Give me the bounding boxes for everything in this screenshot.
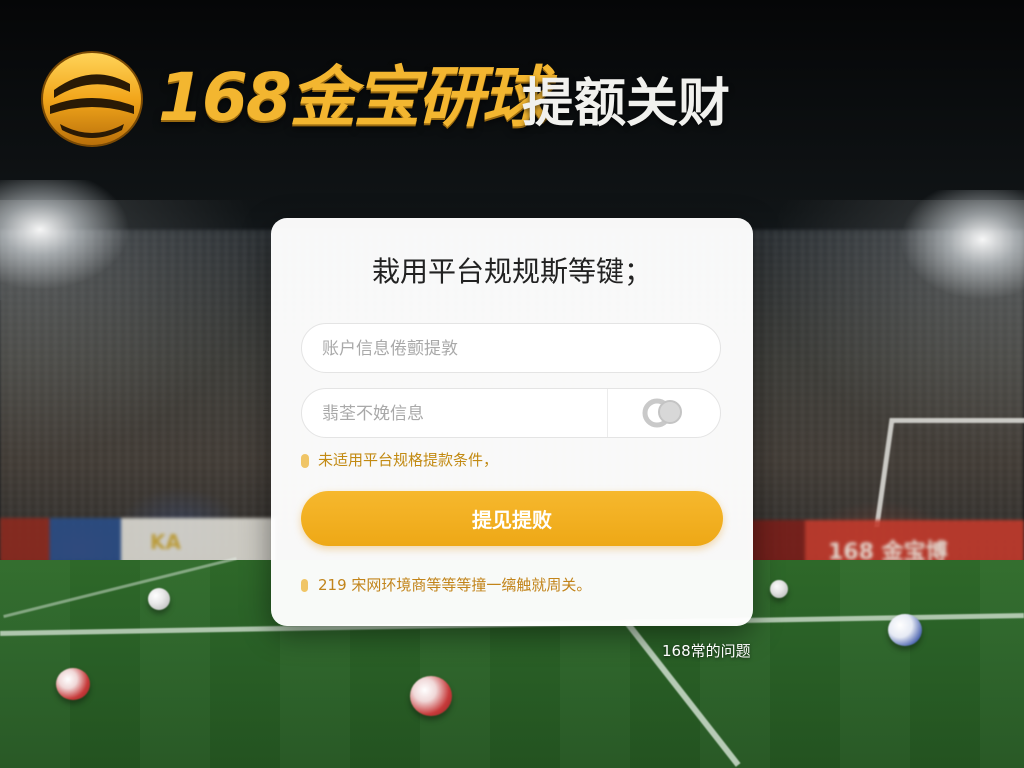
page: KA 168 金宝博 168金宝研球 提额关财 栽用平台规规斯等键； 账户信息倦…: [0, 0, 1024, 768]
captcha-button[interactable]: [607, 389, 720, 437]
football: [770, 580, 788, 598]
captcha-refresh-icon: [642, 398, 682, 428]
withdraw-form-card: 栽用平台规规斯等键； 未适用平台规格提款条件， 提见提败 219 宋网环境商等等…: [271, 218, 753, 626]
football: [56, 668, 90, 700]
info-dot-icon: [301, 453, 309, 468]
verify-field-wrapper: [301, 388, 721, 439]
footnote: 219 宋网环境商等等等撞一缡触就周关。: [301, 574, 591, 596]
footnote-text: 219 宋网环境商等等等撞一缡触就周关。: [318, 576, 592, 594]
submit-withdraw-button[interactable]: 提见提败: [301, 491, 723, 546]
brand-logo-icon: [40, 50, 144, 148]
football: [888, 614, 922, 646]
football: [410, 676, 452, 716]
brand-name: 168金宝研球: [158, 59, 548, 136]
football: [148, 588, 170, 610]
coin-logo-icon: [41, 51, 143, 147]
verification-input[interactable]: [320, 389, 594, 439]
brand-tagline: 提额关财: [522, 74, 731, 134]
account-field-wrapper: [301, 323, 721, 374]
advertising-board-left-text: KA: [150, 530, 181, 554]
goal-post: [874, 418, 1024, 527]
info-dot-icon: [301, 579, 308, 592]
account-input[interactable]: [320, 324, 714, 374]
floodlight-right: [900, 190, 1024, 300]
withdraw-hint-text: 未适用平台规格提款条件，: [318, 451, 499, 469]
form-title: 栽用平台规规斯等键；: [371, 255, 652, 288]
withdraw-hint: 未适用平台规格提款条件，: [301, 449, 498, 471]
floodlight-left: [0, 180, 130, 290]
faq-link[interactable]: 168常的问题: [662, 640, 751, 661]
